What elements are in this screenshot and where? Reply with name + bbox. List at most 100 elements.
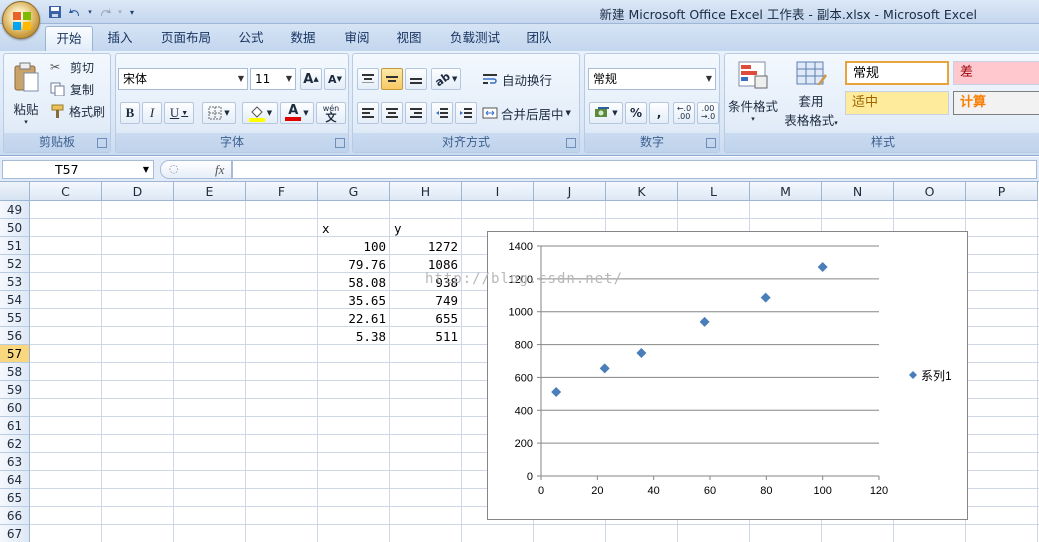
cell-x-header[interactable]: x: [318, 219, 390, 237]
watermark-text: http://blog.csdn.net/: [425, 271, 624, 287]
tab-formulas[interactable]: 公式: [230, 26, 272, 51]
align-center-button[interactable]: [381, 102, 403, 124]
y-tick-label: 1400: [509, 241, 533, 253]
cell-y-header[interactable]: y: [390, 219, 462, 237]
tab-view[interactable]: 视图: [388, 26, 430, 51]
borders-button[interactable]: ▼: [202, 102, 236, 124]
bold-button[interactable]: B: [120, 102, 140, 124]
increase-decimal-button[interactable]: ←.0.00: [673, 102, 695, 124]
grow-font-button[interactable]: A ▲: [300, 68, 322, 90]
cell-y-value[interactable]: 655: [390, 309, 462, 327]
data-point: [636, 347, 647, 358]
shrink-font-button[interactable]: A ▼: [324, 68, 346, 90]
cell-x-value[interactable]: 79.76: [318, 255, 390, 273]
chevron-down-icon: ▼: [451, 75, 458, 83]
cell-y-value[interactable]: 749: [390, 291, 462, 309]
data-point: [699, 316, 710, 327]
font-group: 宋体 ▼ 11 ▼ A ▲ A ▼ B I U ▼ ▼ ▼ A ▼ wén 文 字体: [115, 53, 349, 153]
orientation-icon: ab: [432, 69, 453, 89]
data-point: [551, 387, 562, 398]
percent-button[interactable]: %: [625, 102, 647, 124]
cut-button[interactable]: ✂ 剪切: [49, 58, 109, 76]
merge-center-icon: [482, 107, 498, 119]
font-launcher-icon[interactable]: [335, 138, 345, 148]
tab-team[interactable]: 团队: [518, 26, 560, 51]
office-logo-icon: [13, 12, 31, 30]
conditional-format-label: 条件格式: [728, 99, 779, 114]
office-button[interactable]: [2, 1, 40, 39]
formula-expand-icon[interactable]: ◌: [169, 162, 179, 175]
wrap-text-button[interactable]: 自动换行: [481, 68, 577, 90]
merge-center-button[interactable]: 合并后居中 ▼: [481, 102, 579, 124]
orientation-button[interactable]: ab ▼: [431, 68, 461, 90]
cell-x-value[interactable]: 35.65: [318, 291, 390, 309]
tab-home[interactable]: 开始: [45, 26, 93, 51]
conditional-format-button[interactable]: 条件格式 ▾: [727, 56, 779, 130]
cell-x-value[interactable]: 58.08: [318, 273, 390, 291]
italic-button[interactable]: I: [142, 102, 162, 124]
number-launcher-icon[interactable]: [706, 138, 716, 148]
clipboard-launcher-icon[interactable]: [97, 138, 107, 148]
number-format-select[interactable]: 常规 ▼: [588, 68, 716, 90]
font-name-value: 宋体: [123, 72, 148, 86]
fill-color-button[interactable]: ▼: [242, 102, 278, 124]
format-as-table-button[interactable]: 套用 表格格式▾: [781, 56, 841, 130]
align-top-button[interactable]: [357, 68, 379, 90]
cell-x-value[interactable]: 22.61: [318, 309, 390, 327]
style-normal-cell[interactable]: 常规: [845, 61, 949, 85]
cell-x-value[interactable]: 5.38: [318, 327, 390, 345]
align-right-icon: [410, 108, 422, 118]
tab-load-test[interactable]: 负载测试: [444, 26, 506, 51]
styles-group: 条件格式 ▾ 套用 表格格式▾ 常规 差 适中 计算 样式: [724, 53, 1039, 153]
cell-x-value[interactable]: 100: [318, 237, 390, 255]
tab-page-layout[interactable]: 页面布局: [152, 26, 220, 51]
align-left-button[interactable]: [357, 102, 379, 124]
alignment-launcher-icon[interactable]: [566, 138, 576, 148]
font-size-select[interactable]: 11 ▼: [250, 68, 296, 90]
paste-button[interactable]: 粘贴 ▾: [6, 56, 46, 130]
format-painter-label: 格式刷: [69, 104, 106, 119]
y-tick-label: 600: [515, 372, 533, 384]
tab-insert[interactable]: 插入: [100, 26, 140, 51]
paste-dropdown-icon: ▾: [24, 118, 28, 126]
shrink-arrow-icon: ▼: [336, 75, 342, 83]
font-group-label: 字体: [116, 133, 348, 152]
format-painter-button[interactable]: 格式刷: [49, 102, 111, 120]
insert-function-icon[interactable]: fx: [215, 162, 224, 178]
style-calculation-cell[interactable]: 计算: [953, 91, 1039, 115]
tab-review[interactable]: 审阅: [336, 26, 378, 51]
ribbon: 粘贴 ▾ ✂ 剪切 复制 格式刷 剪贴板 宋体 ▼ 11 ▼ A ▲ A ▼ B…: [0, 51, 1039, 156]
cell-y-value[interactable]: 1272: [390, 237, 462, 255]
alignment-group: ab ▼ 自动换行 合并后居中 ▼ 对齐方式: [352, 53, 580, 153]
font-name-select[interactable]: 宋体 ▼: [118, 68, 248, 90]
cell-y-value[interactable]: 511: [390, 327, 462, 345]
copy-button[interactable]: 复制: [49, 80, 109, 98]
tab-data[interactable]: 数据: [282, 26, 324, 51]
merge-center-label: 合并后居中: [501, 106, 564, 122]
increase-indent-icon: [460, 108, 472, 118]
paste-icon: [14, 62, 39, 92]
decrease-indent-button[interactable]: [431, 102, 453, 124]
underline-button[interactable]: U ▼: [164, 102, 194, 124]
chevron-down-icon: ▼: [565, 109, 571, 117]
decrease-decimal-button[interactable]: .00 →.0: [697, 102, 719, 124]
align-middle-button[interactable]: [381, 68, 403, 90]
underline-label: U: [169, 105, 180, 120]
comma-button[interactable]: ,: [649, 102, 669, 124]
y-tick-label: 400: [515, 405, 533, 417]
alignment-group-label: 对齐方式: [353, 133, 579, 152]
copy-label: 复制: [70, 82, 95, 97]
style-bad-cell[interactable]: 差: [953, 61, 1039, 85]
style-neutral-cell[interactable]: 适中: [845, 91, 949, 115]
name-box[interactable]: T57 ▼: [2, 160, 154, 179]
align-right-button[interactable]: [405, 102, 427, 124]
increase-indent-button[interactable]: [455, 102, 477, 124]
phonetic-button[interactable]: wén 文: [316, 102, 346, 124]
formula-input[interactable]: [232, 160, 1037, 179]
borders-icon: [208, 106, 222, 120]
align-bottom-button[interactable]: [405, 68, 427, 90]
increase-decimal-digits-icon: .00: [677, 112, 691, 121]
phonetic-char-icon: 文: [325, 111, 337, 124]
font-color-button[interactable]: A ▼: [280, 102, 314, 124]
accounting-format-button[interactable]: ▼: [589, 102, 623, 124]
